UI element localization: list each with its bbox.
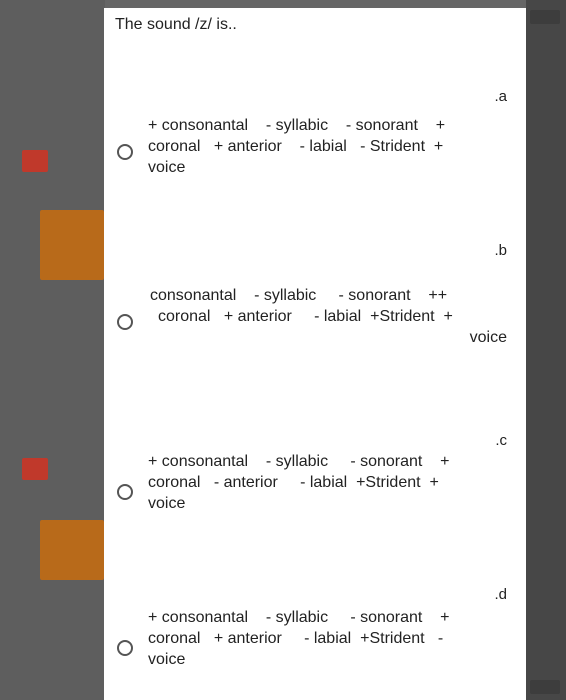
option-line: voice (148, 495, 186, 512)
option-line: coronal + anterior - labial +Strident - (148, 630, 444, 647)
radio-button[interactable] (117, 640, 133, 656)
radio-button[interactable] (117, 484, 133, 500)
option-letter: .b (494, 242, 507, 259)
radio-button[interactable] (117, 314, 133, 330)
background-badge (530, 680, 560, 694)
question-panel: The sound /z/ is.. .a + consonantal - sy… (104, 8, 526, 700)
option-letter: .d (494, 586, 507, 603)
option-line: + consonantal - syllabic - sonorant + (148, 117, 446, 134)
background-image-icon (22, 150, 48, 172)
question-text: The sound /z/ is.. (115, 16, 237, 33)
option-letter: .a (494, 88, 507, 105)
option-line: + consonantal - syllabic - sonorant + (148, 453, 450, 470)
option-line: + consonantal - syllabic - sonorant + (148, 609, 450, 626)
option-line: coronal + anterior - labial - Strident + (148, 138, 444, 155)
option-line: voice (469, 329, 507, 346)
option-line: consonantal - syllabic - sonorant ++ (150, 287, 448, 304)
option-letter: .c (495, 432, 507, 449)
background-image-icon (22, 458, 48, 480)
background-orange-block (40, 210, 104, 280)
option-line: coronal + anterior - labial +Strident + (158, 308, 453, 325)
option-line: voice (148, 159, 186, 176)
background-orange-block (40, 520, 104, 580)
option-line: coronal - anterior - labial +Strident + (148, 474, 439, 491)
background-badge (530, 10, 560, 24)
background-right-column (526, 0, 566, 700)
background-left-column (0, 0, 105, 700)
radio-button[interactable] (117, 144, 133, 160)
option-line: voice (148, 651, 186, 668)
